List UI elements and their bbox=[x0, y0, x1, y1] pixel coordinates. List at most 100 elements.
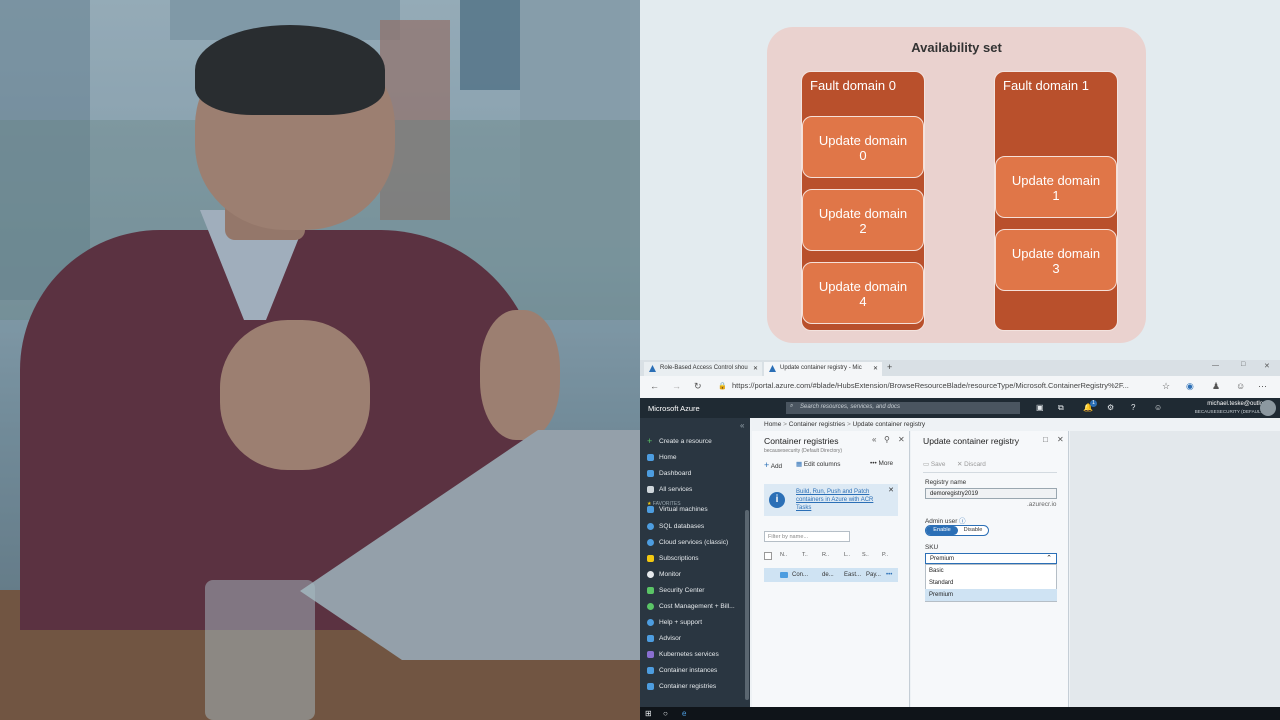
nav-sql-databases[interactable]: SQL databases bbox=[640, 519, 744, 535]
help-icon[interactable]: ? bbox=[1131, 403, 1135, 412]
nav-label: Cost Management + Bill... bbox=[659, 603, 735, 610]
nav-advisor[interactable]: Advisor bbox=[640, 631, 744, 647]
new-tab-button[interactable]: + bbox=[887, 362, 892, 372]
nav-help-support[interactable]: Help + support bbox=[640, 615, 744, 631]
discard-label: Discard bbox=[964, 461, 986, 468]
update-domain-4: Update domain 4 bbox=[802, 262, 924, 324]
cloud-shell-icon[interactable]: ▣ bbox=[1036, 403, 1044, 412]
nav-container-instances[interactable]: Container instances bbox=[640, 663, 744, 679]
dashboard-icon bbox=[647, 470, 654, 477]
table-row[interactable]: Con... de... East... Pay... ••• bbox=[764, 568, 898, 582]
nav-home[interactable]: Home bbox=[640, 450, 744, 466]
column-header-location[interactable]: L.. bbox=[844, 552, 850, 558]
nav-create-resource[interactable]: + Create a resource bbox=[640, 434, 744, 450]
maximize-button[interactable]: □ bbox=[1241, 361, 1245, 368]
enable-option[interactable]: Enable bbox=[926, 526, 958, 535]
extension-icon[interactable]: ◉ bbox=[1186, 381, 1194, 392]
close-icon[interactable]: ✕ bbox=[1057, 435, 1064, 444]
nav-security-center[interactable]: Security Center bbox=[640, 583, 744, 599]
nav-label: Kubernetes services bbox=[659, 651, 719, 658]
nav-monitor[interactable]: Monitor bbox=[640, 567, 744, 583]
column-header-pricing[interactable]: P.. bbox=[882, 552, 888, 558]
browser-window: Role-Based Access Control shou ✕ Update … bbox=[640, 360, 1280, 720]
emoji-icon[interactable]: ☺ bbox=[1236, 381, 1245, 391]
maximize-icon[interactable]: □ bbox=[1043, 435, 1048, 444]
help-icon bbox=[647, 619, 654, 626]
account-info[interactable]: michael.teske@outlo... BECAUSESECURITY (… bbox=[1178, 401, 1268, 415]
edge-browser-icon[interactable]: e bbox=[682, 709, 686, 718]
discard-button[interactable]: ✕ Discard bbox=[957, 460, 986, 468]
breadcrumb-home[interactable]: Home bbox=[764, 421, 781, 428]
edit-columns-button[interactable]: ▦ Edit columns bbox=[796, 460, 840, 468]
close-icon[interactable]: ✕ bbox=[898, 435, 905, 444]
column-header-name[interactable]: N.. bbox=[780, 552, 787, 558]
notification-badge: 1 bbox=[1090, 400, 1097, 407]
column-header-type[interactable]: T.. bbox=[802, 552, 808, 558]
close-icon[interactable]: ✕ bbox=[888, 486, 894, 494]
update-domain-1: Update domain 1 bbox=[995, 156, 1117, 218]
nav-scrollbar[interactable] bbox=[745, 510, 749, 700]
search-circle-icon[interactable]: ○ bbox=[663, 709, 668, 718]
favorite-star-icon[interactable]: ☆ bbox=[1162, 381, 1170, 392]
collapse-nav-icon[interactable]: « bbox=[740, 421, 744, 430]
nav-subscriptions[interactable]: Subscriptions bbox=[640, 551, 744, 567]
row-ellipsis-icon[interactable]: ••• bbox=[886, 572, 892, 578]
nav-kubernetes[interactable]: Kubernetes services bbox=[640, 647, 744, 663]
nav-label: Container instances bbox=[659, 667, 718, 674]
save-label: Save bbox=[930, 461, 946, 468]
info-banner: i Build, Run, Push and Patch containers … bbox=[764, 484, 898, 516]
disable-option[interactable]: Disable bbox=[958, 526, 988, 535]
nav-cloud-services[interactable]: Cloud services (classic) bbox=[640, 535, 744, 551]
azure-icon bbox=[769, 365, 776, 372]
registry-name-field[interactable]: demoregistry2019 bbox=[925, 488, 1057, 499]
collapse-blade-icon[interactable]: « bbox=[872, 435, 876, 444]
column-header-resource-group[interactable]: R.. bbox=[822, 552, 829, 558]
add-button[interactable]: + Add bbox=[764, 460, 782, 470]
menu-icon[interactable]: ⋯ bbox=[1258, 381, 1267, 392]
acr-tasks-link[interactable]: Build, Run, Push and Patch containers in… bbox=[796, 488, 882, 512]
close-icon[interactable]: ✕ bbox=[873, 365, 878, 372]
nav-label: All services bbox=[659, 486, 693, 493]
avatar[interactable] bbox=[1260, 400, 1276, 416]
nav-dashboard[interactable]: Dashboard bbox=[640, 466, 744, 482]
refresh-icon[interactable]: ↻ bbox=[694, 381, 702, 392]
directory-filter-icon[interactable]: ⧉ bbox=[1058, 403, 1064, 413]
url-field[interactable]: https://portal.azure.com/#blade/HubsExte… bbox=[732, 381, 1129, 390]
ellipsis-icon: ••• bbox=[870, 460, 877, 467]
select-all-checkbox[interactable] bbox=[764, 552, 772, 560]
nav-container-registries[interactable]: Container registries bbox=[640, 679, 744, 695]
info-icon: i bbox=[769, 492, 785, 508]
sku-option-standard[interactable]: Standard bbox=[925, 577, 1057, 589]
windows-start-icon[interactable]: ⊞ bbox=[645, 709, 652, 718]
sku-option-premium[interactable]: Premium bbox=[925, 589, 1057, 601]
cell-name[interactable]: Con... bbox=[792, 572, 808, 578]
blade-title: Update container registry bbox=[923, 436, 1020, 446]
back-icon[interactable]: ← bbox=[650, 381, 659, 391]
global-search-input[interactable]: ⌕ Search resources, services, and docs bbox=[786, 402, 1020, 414]
forward-icon[interactable]: → bbox=[672, 381, 681, 391]
nav-virtual-machines[interactable]: Virtual machines bbox=[640, 506, 744, 514]
tab-update-registry[interactable]: Update container registry - Mic ✕ bbox=[764, 362, 882, 376]
fault-domain-1: Fault domain 1 Update domain 1 Update dom… bbox=[994, 71, 1118, 331]
domain-suffix: .azurecr.io bbox=[1027, 501, 1057, 508]
admin-user-label: Admin user ⓘ bbox=[925, 516, 966, 525]
pin-icon[interactable]: ⚲ bbox=[884, 435, 890, 444]
feedback-icon[interactable]: ☺ bbox=[1154, 403, 1162, 412]
admin-user-toggle[interactable]: Enable Disable bbox=[925, 525, 989, 536]
minimize-button[interactable]: — bbox=[1212, 362, 1219, 369]
nav-all-services[interactable]: All services bbox=[640, 482, 744, 498]
tab-rbac[interactable]: Role-Based Access Control shou ✕ bbox=[644, 362, 762, 376]
sku-option-basic[interactable]: Basic bbox=[925, 565, 1057, 577]
azure-brand[interactable]: Microsoft Azure bbox=[648, 404, 700, 413]
save-button[interactable]: ▭ Save bbox=[923, 460, 945, 468]
breadcrumb-registries[interactable]: Container registries bbox=[789, 421, 845, 428]
nav-cost-management[interactable]: Cost Management + Bill... bbox=[640, 599, 744, 615]
sku-select[interactable]: Premium ⌃ bbox=[925, 553, 1057, 564]
close-window-button[interactable]: ✕ bbox=[1264, 362, 1270, 370]
profile-icon[interactable]: ♟ bbox=[1212, 381, 1220, 392]
settings-gear-icon[interactable]: ⚙ bbox=[1107, 403, 1114, 412]
close-icon[interactable]: ✕ bbox=[753, 365, 758, 372]
more-button[interactable]: ••• More bbox=[870, 460, 893, 467]
filter-input[interactable]: Filter by name... bbox=[764, 531, 850, 542]
column-header-subscription[interactable]: S.. bbox=[862, 552, 869, 558]
